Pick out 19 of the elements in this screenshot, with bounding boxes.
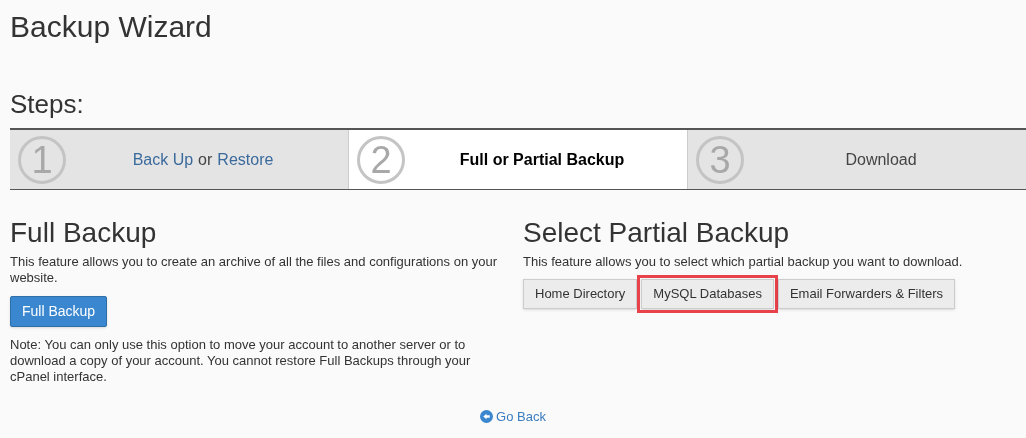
section-description: This feature allows you to create an archive of all the files and configurations on your website. bbox=[10, 254, 499, 286]
step-label: Download bbox=[845, 149, 917, 170]
section-description: This feature allows you to select which partial backup you want to download. bbox=[523, 254, 964, 270]
step-number: 1 bbox=[18, 135, 66, 184]
step-number: 3 bbox=[696, 135, 744, 184]
page-title: Backup Wizard bbox=[9, 9, 213, 45]
step-link[interactable]: Restore bbox=[217, 147, 274, 172]
note-text: Note: You can only use this option to move your account to another server or to download a copy of your account. You cannot restore Full Backups through your cPanel interface. bbox=[10, 337, 472, 385]
step-number: 2 bbox=[357, 135, 405, 184]
section-heading: Select Partial Backup bbox=[523, 216, 790, 250]
step-label: Full or Partial Backup bbox=[459, 149, 625, 170]
steps-heading: Steps: bbox=[9, 88, 85, 121]
partial-backup-button[interactable]: Home Directory bbox=[523, 279, 638, 309]
partial-backup-button[interactable]: Email Forwarders & Filters bbox=[777, 279, 956, 309]
step-label: or bbox=[198, 149, 213, 170]
go-back-link[interactable]: Go Back bbox=[480, 407, 546, 427]
full-backup-button[interactable]: Full Backup bbox=[10, 296, 108, 327]
section-heading: Full Backup bbox=[10, 216, 157, 250]
step-link[interactable]: Back Up bbox=[132, 147, 194, 172]
